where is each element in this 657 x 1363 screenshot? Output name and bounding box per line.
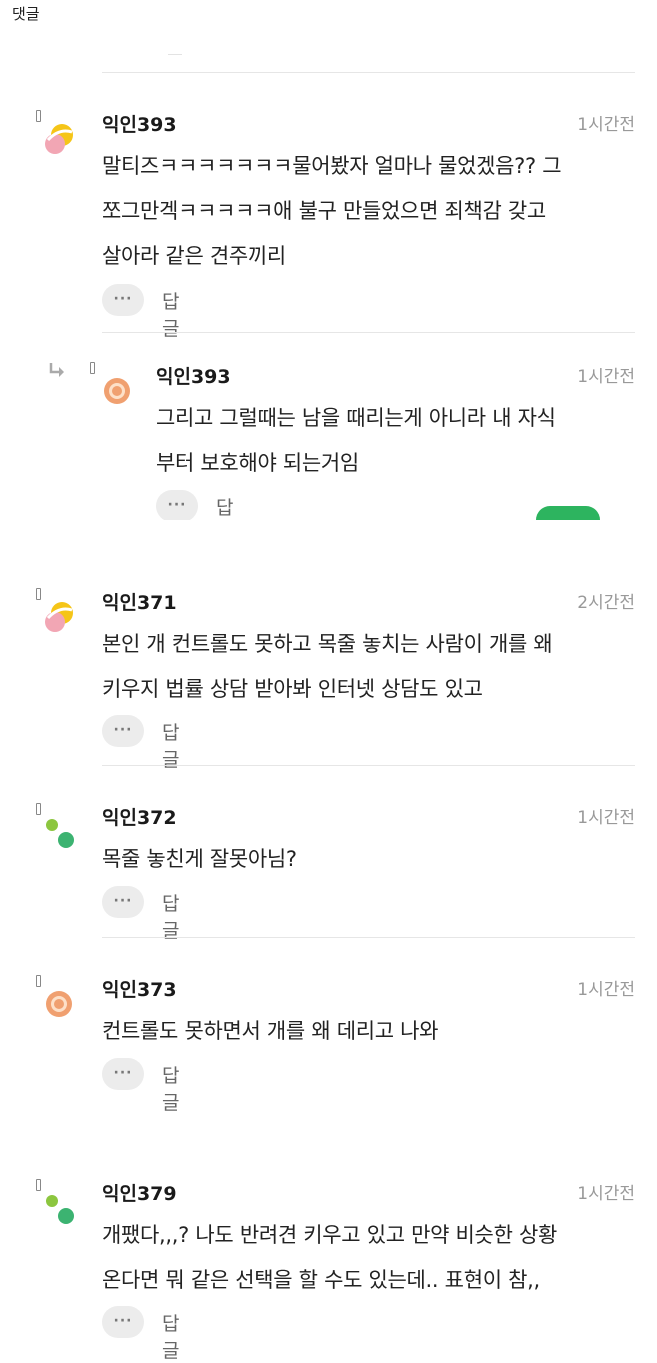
divider	[102, 765, 635, 766]
divider	[102, 72, 635, 73]
timestamp: 1시간전	[577, 808, 635, 828]
author-name[interactable]: 익인372	[102, 803, 177, 830]
reply-section: 익인393 1시간전 그리고 그럴때는 남을 때리는게 아니라 내 자식 부터 …	[0, 340, 657, 520]
yellow-pink-avatar	[45, 602, 73, 632]
indicator-dot	[36, 1179, 41, 1191]
green-dots-avatar	[46, 1195, 74, 1224]
comment-text: 목줄 놓친게 잘못아님?	[102, 847, 297, 871]
timestamp: 1시간전	[577, 1184, 635, 1204]
orange-ring-avatar	[104, 378, 130, 404]
more-button[interactable]: ···	[102, 1306, 144, 1338]
comment-text: 그리고 그럴때는 남을 때리는게 아니라 내 자식 부터 보호해야 되는거임	[156, 406, 556, 475]
author-name[interactable]: 익인373	[102, 975, 177, 1002]
author-name[interactable]: 익인393	[102, 110, 177, 137]
divider	[102, 332, 635, 333]
more-button[interactable]: ···	[102, 1058, 144, 1090]
yellow-pink-avatar	[45, 124, 73, 154]
comment-text: 본인 개 컨트롤도 못하고 목줄 놓치는 사람이 개를 왜 키우지 법률 상담 …	[102, 632, 553, 701]
timestamp: 2시간전	[577, 593, 635, 613]
comment-text: 말티즈ㅋㅋㅋㅋㅋㅋㅋ물어봤자 얼마나 물었겠음?? 그 쪼그만겍ㅋㅋㅋㅋㅋ애 불…	[102, 154, 562, 268]
author-name[interactable]: 익인371	[102, 588, 177, 615]
timestamp: 1시간전	[577, 980, 635, 1000]
more-button[interactable]: ···	[102, 886, 144, 918]
indicator-dot	[36, 975, 41, 987]
more-button[interactable]: ···	[102, 284, 144, 316]
author-name[interactable]: 익인393	[156, 362, 231, 389]
timestamp: 1시간전	[577, 367, 635, 387]
divider	[102, 937, 635, 938]
comment-text: 컨트롤도 못하면서 개를 왜 데리고 나와	[102, 1019, 439, 1043]
page-title: 댓글	[12, 5, 40, 23]
orange-ring-avatar	[46, 991, 72, 1017]
floating-action-button[interactable]	[536, 506, 600, 520]
timestamp: 1시간전	[577, 115, 635, 135]
more-button[interactable]: ···	[102, 715, 144, 747]
reply-button[interactable]: 답글	[162, 889, 179, 943]
indicator-dot	[90, 362, 95, 374]
indicator-dot	[36, 803, 41, 815]
indicator-dot	[36, 588, 41, 600]
divider	[168, 54, 182, 55]
reply-arrow-icon	[49, 363, 64, 377]
green-dots-avatar	[46, 819, 74, 848]
comment-text: 개팼다,,,? 나도 반려견 키우고 있고 만약 비슷한 상황 온다면 뭐 같은…	[102, 1223, 557, 1292]
more-button[interactable]: ···	[156, 490, 198, 520]
author-name[interactable]: 익인379	[102, 1179, 177, 1206]
reply-button[interactable]: 답답글	[216, 493, 233, 520]
reply-button[interactable]: 답글	[162, 718, 179, 772]
reply-button[interactable]: 답글	[162, 1061, 179, 1115]
indicator-dot	[36, 110, 41, 122]
